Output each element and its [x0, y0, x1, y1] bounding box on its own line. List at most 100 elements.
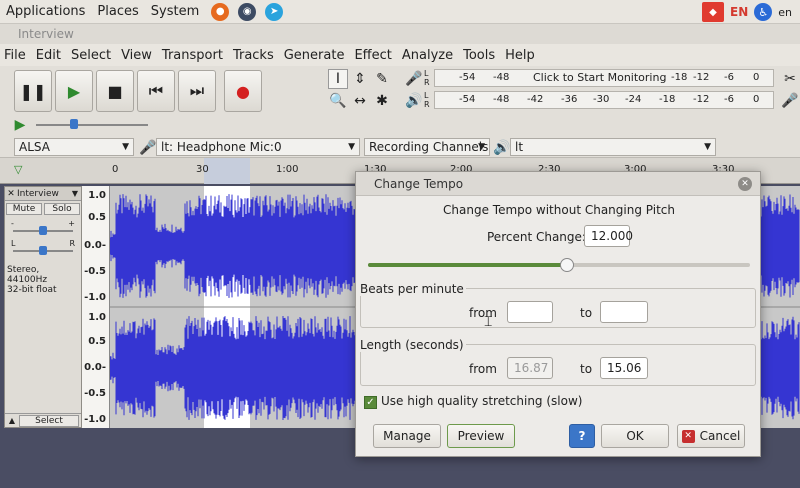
speaker-icon[interactable]: 🔊: [404, 91, 424, 111]
chevron-down-icon: ▼: [478, 142, 485, 152]
rec-tick: -18: [671, 72, 688, 83]
system-menu[interactable]: System: [151, 4, 199, 19]
play-tick: -12: [693, 94, 710, 105]
hq-stretching-label[interactable]: Use high quality stretching (slow): [381, 394, 582, 408]
menu-tracks[interactable]: Tracks: [233, 48, 274, 63]
play-button[interactable]: ▶: [55, 70, 93, 112]
beats-per-minute-label: Beats per minute: [360, 282, 466, 296]
chevron-down-icon: ▼: [122, 142, 129, 152]
cancel-label: Cancel: [699, 429, 741, 443]
output-device-select[interactable]: lt ▼: [510, 138, 716, 156]
track-name[interactable]: Interview: [17, 189, 72, 199]
percent-change-slider[interactable]: [368, 258, 750, 272]
rec-tick: -54: [459, 72, 476, 83]
length-from-input: 16.87: [507, 357, 553, 379]
play-at-speed-icon[interactable]: ▶: [10, 115, 30, 135]
selection-tool-icon[interactable]: I: [328, 69, 348, 89]
help-button[interactable]: ?: [569, 424, 595, 448]
playback-meter[interactable]: -54 -48 -42 -36 -30 -24 -18 -12 -6 0: [434, 91, 774, 109]
solo-button[interactable]: Solo: [44, 203, 80, 215]
close-icon[interactable]: ✕: [5, 189, 17, 199]
speed-slider[interactable]: [36, 124, 148, 126]
stop-button[interactable]: ■: [96, 70, 134, 112]
pan-slider[interactable]: L R: [5, 239, 81, 259]
anydesk-icon[interactable]: ◆: [702, 2, 724, 22]
cancel-button[interactable]: ✕ Cancel: [677, 424, 745, 448]
play-tick: -18: [659, 94, 676, 105]
rec-tick: -48: [493, 72, 510, 83]
telegram-icon[interactable]: ➤: [265, 2, 284, 21]
language-indicator[interactable]: EN: [730, 5, 748, 19]
multi-tool-icon[interactable]: ✱: [372, 91, 392, 111]
audio-host-select[interactable]: ALSA ▼: [14, 138, 134, 156]
close-icon[interactable]: ✕: [738, 177, 752, 191]
input-device-select[interactable]: lt: Headphone Mic:0 ▼: [156, 138, 360, 156]
scale-label: -0.5: [84, 266, 106, 277]
accessibility-icon[interactable]: ♿: [754, 3, 773, 21]
play-tick: -54: [459, 94, 476, 105]
record-button[interactable]: ●: [224, 70, 262, 112]
keyboard-layout[interactable]: en: [778, 6, 792, 19]
mute-button[interactable]: Mute: [6, 203, 42, 215]
cut-icon[interactable]: ✂: [780, 69, 800, 89]
toolbars: ❚❚ ▶ ■ ⏮ ⏭ ● I ⇕ ✎ 🔍 ↔ ✱ 🎤 🔊 L R -54 -48…: [0, 66, 800, 158]
menu-generate[interactable]: Generate: [284, 48, 345, 63]
mic-icon-2[interactable]: 🎤: [780, 91, 800, 111]
scale-label: 1.0: [88, 312, 106, 323]
manage-button[interactable]: Manage: [373, 424, 441, 448]
draw-tool-icon[interactable]: ✎: [372, 69, 392, 89]
ok-button[interactable]: OK: [601, 424, 669, 448]
recording-channels-select[interactable]: Recording Channels ▼: [364, 138, 490, 156]
record-l: L: [424, 69, 429, 78]
menu-file[interactable]: File: [4, 48, 26, 63]
menu-analyze[interactable]: Analyze: [402, 48, 453, 63]
play-tick: -36: [561, 94, 578, 105]
pause-button[interactable]: ❚❚: [14, 70, 52, 112]
envelope-tool-icon[interactable]: ⇕: [350, 69, 370, 89]
zoom-tool-icon[interactable]: 🔍: [328, 91, 348, 111]
record-meter[interactable]: -54 -48 Click to Start Monitoring -18 -1…: [434, 69, 774, 87]
timeshift-tool-icon[interactable]: ↔: [350, 91, 370, 111]
play-r: R: [424, 100, 430, 109]
play-tick: -30: [593, 94, 610, 105]
applications-menu[interactable]: Applications: [6, 4, 85, 19]
output-speaker-icon: 🔊: [493, 140, 511, 156]
menu-edit[interactable]: Edit: [36, 48, 61, 63]
rec-tick: -12: [693, 72, 710, 83]
amplitude-scale: 1.0 0.5 0.0- -0.5 -1.0 1.0 0.5 0.0- -0.5…: [82, 186, 110, 428]
firefox-icon[interactable]: ●: [211, 2, 230, 21]
recording-channels-value: Recording Channels: [369, 140, 489, 154]
chevron-down-icon[interactable]: ▼: [72, 189, 78, 198]
timeline-play-marker[interactable]: ▽: [14, 163, 22, 176]
slider-knob[interactable]: [559, 258, 574, 272]
gain-slider[interactable]: - +: [5, 219, 81, 239]
system-panel: Applications Places System ● ◉ ➤ ◆ EN ♿ …: [0, 0, 800, 24]
monitoring-prompt: Click to Start Monitoring: [533, 71, 667, 84]
select-track-button[interactable]: Select: [19, 414, 79, 427]
github-icon[interactable]: ◉: [238, 2, 257, 21]
speed-slider-knob[interactable]: [70, 119, 78, 129]
skip-end-button[interactable]: ⏭: [178, 70, 216, 112]
menu-view[interactable]: View: [121, 48, 152, 63]
skip-start-button[interactable]: ⏮: [137, 70, 175, 112]
menu-tools[interactable]: Tools: [463, 48, 495, 63]
menu-help[interactable]: Help: [505, 48, 535, 63]
mic-icon[interactable]: 🎤: [404, 69, 424, 89]
menu-bar: File Edit Select View Transport Tracks G…: [0, 44, 800, 66]
length-to-input[interactable]: 15.06: [600, 357, 648, 379]
play-tick: -48: [493, 94, 510, 105]
menu-transport[interactable]: Transport: [162, 48, 223, 63]
hq-stretching-checkbox[interactable]: ✓: [364, 396, 377, 409]
preview-button[interactable]: Preview: [447, 424, 515, 448]
places-menu[interactable]: Places: [97, 4, 138, 19]
menu-select[interactable]: Select: [71, 48, 111, 63]
menu-effect[interactable]: Effect: [354, 48, 391, 63]
skip-end-icon: ⏭: [189, 81, 205, 100]
bpm-to-input[interactable]: [600, 301, 648, 323]
bpm-from-input[interactable]: [507, 301, 553, 323]
collapse-icon[interactable]: ▲: [5, 416, 19, 425]
percent-change-input[interactable]: 12.000: [584, 225, 633, 247]
slider-fill: [368, 263, 567, 267]
track-bitdepth: 32-bit float: [7, 285, 57, 295]
audio-host-value: ALSA: [19, 140, 50, 154]
